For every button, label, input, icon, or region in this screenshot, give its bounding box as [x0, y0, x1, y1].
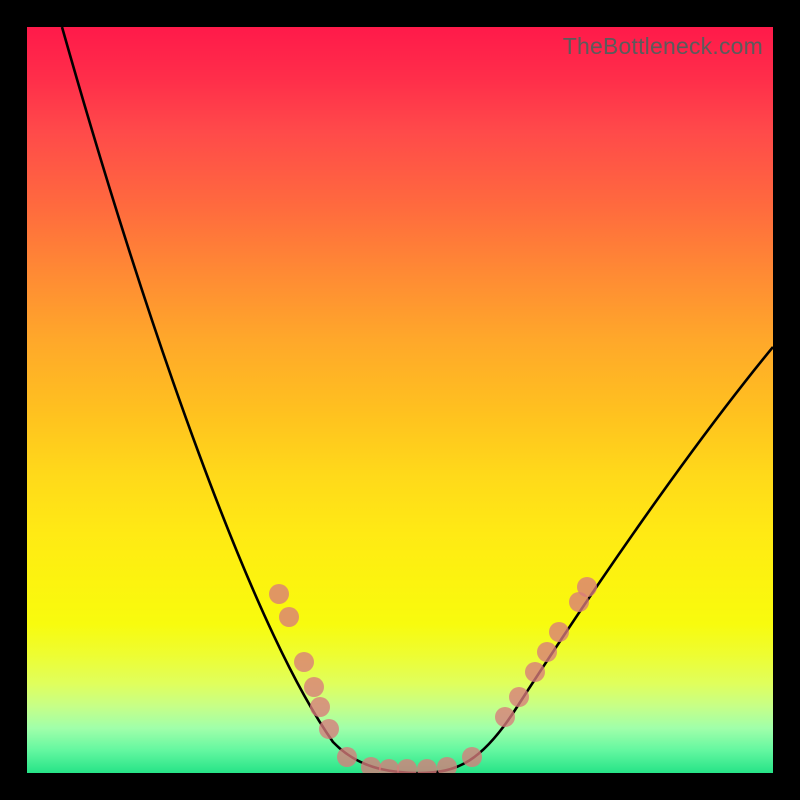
- marker-dot: [417, 759, 437, 773]
- marker-dot: [337, 747, 357, 767]
- marker-dot: [319, 719, 339, 739]
- chart-frame: TheBottleneck.com: [0, 0, 800, 800]
- marker-dot: [361, 757, 381, 773]
- marker-dot: [279, 607, 299, 627]
- marker-dot: [509, 687, 529, 707]
- marker-dot: [549, 622, 569, 642]
- marker-dot: [397, 759, 417, 773]
- marker-group: [269, 577, 597, 773]
- plot-area: TheBottleneck.com: [27, 27, 773, 773]
- bottleneck-chart: [27, 27, 773, 773]
- marker-dot: [537, 642, 557, 662]
- marker-dot: [310, 697, 330, 717]
- marker-dot: [525, 662, 545, 682]
- marker-dot: [495, 707, 515, 727]
- bottleneck-curve-path: [62, 27, 773, 773]
- marker-dot: [304, 677, 324, 697]
- marker-dot: [462, 747, 482, 767]
- marker-dot: [379, 759, 399, 773]
- marker-dot: [294, 652, 314, 672]
- marker-dot: [577, 577, 597, 597]
- marker-dot: [437, 757, 457, 773]
- marker-dot: [269, 584, 289, 604]
